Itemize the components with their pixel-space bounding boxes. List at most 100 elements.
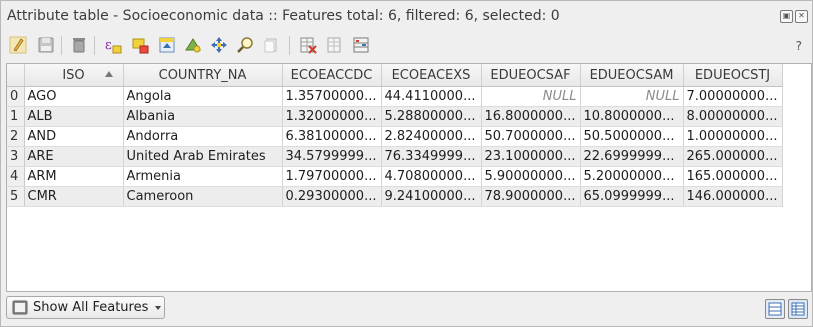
table-cell[interactable]: 16.8000000... bbox=[481, 106, 581, 127]
table-cell[interactable]: 76.3349999... bbox=[381, 146, 482, 167]
table-cell[interactable]: Cameroon bbox=[123, 186, 283, 207]
column-header-label: EDUEOCSTJ bbox=[694, 67, 771, 83]
column-header-ecoeaccdc[interactable]: ECOEACCDC bbox=[282, 64, 382, 87]
float-icon[interactable]: ▣ bbox=[780, 10, 793, 23]
select-by-expression-icon[interactable]: ε bbox=[103, 35, 123, 55]
column-header-ecoeacexs[interactable]: ECOEACEXS bbox=[381, 64, 482, 87]
toolbar-separator bbox=[61, 36, 62, 55]
table-cell[interactable]: AND bbox=[24, 126, 124, 147]
table-row[interactable]: 1 ALB Albania 1.32000000... 5.28800000... 16.… bbox=[7, 106, 783, 127]
table-cell[interactable]: 7.00000000... bbox=[683, 86, 783, 107]
table-cell[interactable]: 6.38100000... bbox=[282, 126, 382, 147]
attribute-table: ISO COUNTRY_NA ECOEACCDC ECOEACEXS EDUEO… bbox=[6, 63, 812, 292]
window-title: Attribute table - Socioeconomic data :: … bbox=[7, 8, 560, 24]
chevron-down-icon bbox=[155, 306, 161, 310]
table-cell[interactable]: 1.00000000... bbox=[683, 126, 783, 147]
row-header[interactable]: 3 bbox=[7, 146, 25, 167]
pan-to-selected-icon[interactable] bbox=[209, 35, 229, 55]
toolbar-separator bbox=[94, 36, 95, 55]
show-all-features-dropdown[interactable]: Show All Features bbox=[6, 296, 165, 319]
deselect-all-icon[interactable] bbox=[130, 35, 150, 55]
table-row[interactable]: 4 ARM Armenia 1.79700000... 4.70800000... 5.9… bbox=[7, 166, 783, 187]
title-bar: Attribute table - Socioeconomic data :: … bbox=[1, 1, 812, 31]
filter-icon bbox=[12, 300, 28, 315]
open-field-calculator-icon[interactable] bbox=[351, 35, 371, 55]
invert-selection-icon[interactable] bbox=[183, 35, 203, 55]
table-cell[interactable]: 265.000000... bbox=[683, 146, 783, 167]
table-cell[interactable]: 23.1000000... bbox=[481, 146, 581, 167]
table-cell[interactable]: 34.5799999... bbox=[282, 146, 382, 167]
table-cell[interactable]: 0.29300000... bbox=[282, 186, 382, 207]
table-cell[interactable]: 5.20000000... bbox=[580, 166, 684, 187]
table-cell[interactable]: 22.6999999... bbox=[580, 146, 684, 167]
table-cell[interactable]: 10.8000000... bbox=[580, 106, 684, 127]
column-header-edueocsaf[interactable]: EDUEOCSAF bbox=[481, 64, 581, 87]
column-header-edueocsam[interactable]: EDUEOCSAM bbox=[580, 64, 684, 87]
table-row[interactable]: 5 CMR Cameroon 0.29300000... 9.24100000... 78… bbox=[7, 186, 783, 207]
table-cell[interactable]: 146.000000... bbox=[683, 186, 783, 207]
data-grid: ISO COUNTRY_NA ECOEACCDC ECOEACEXS EDUEO… bbox=[7, 64, 783, 207]
table-cell[interactable]: 4.70800000... bbox=[381, 166, 482, 187]
table-cell[interactable]: CMR bbox=[24, 186, 124, 207]
column-header-label: COUNTRY_NA bbox=[158, 67, 247, 83]
table-row[interactable]: 0 AGO Angola 1.35700000... 44.4110000... NULL… bbox=[7, 86, 783, 107]
column-header-label: ECOEACEXS bbox=[391, 67, 471, 83]
delete-selected-icon[interactable] bbox=[69, 35, 89, 55]
table-cell[interactable]: ARM bbox=[24, 166, 124, 187]
table-cell[interactable]: 1.32000000... bbox=[282, 106, 382, 127]
table-cell[interactable]: ARE bbox=[24, 146, 124, 167]
toolbar-separator bbox=[289, 36, 290, 55]
new-field-icon[interactable] bbox=[325, 35, 345, 55]
column-header-iso[interactable]: ISO bbox=[24, 64, 124, 87]
table-cell[interactable]: 50.5000000... bbox=[580, 126, 684, 147]
table-row[interactable]: 2 AND Andorra 6.38100000... 2.82400000... 50.… bbox=[7, 126, 783, 147]
delete-field-icon[interactable] bbox=[298, 35, 318, 55]
table-cell[interactable]: 50.7000000... bbox=[481, 126, 581, 147]
toggle-editing-icon[interactable] bbox=[8, 35, 28, 55]
row-header[interactable]: 1 bbox=[7, 106, 25, 127]
row-header[interactable]: 5 bbox=[7, 186, 25, 207]
save-edits-icon[interactable] bbox=[36, 35, 56, 55]
row-header[interactable]: 4 bbox=[7, 166, 25, 187]
table-cell[interactable]: Andorra bbox=[123, 126, 283, 147]
table-cell[interactable]: 78.9000000... bbox=[481, 186, 581, 207]
attribute-table-window: Attribute table - Socioeconomic data :: … bbox=[0, 0, 813, 327]
table-cell[interactable]: ALB bbox=[24, 106, 124, 127]
table-cell[interactable]: 1.35700000... bbox=[282, 86, 382, 107]
move-selection-to-top-icon[interactable] bbox=[157, 35, 177, 55]
close-icon[interactable]: ✕ bbox=[795, 10, 808, 23]
table-view-icon[interactable] bbox=[765, 299, 785, 319]
table-body: 0 AGO Angola 1.35700000... 44.4110000... NULL… bbox=[7, 86, 783, 207]
column-header-label: ECOEACCDC bbox=[290, 67, 373, 83]
toolbar: ε ? bbox=[1, 33, 812, 59]
table-cell[interactable]: 2.82400000... bbox=[381, 126, 482, 147]
table-cell[interactable]: 8.00000000... bbox=[683, 106, 783, 127]
table-cell[interactable]: NULL bbox=[580, 86, 684, 107]
svg-text:ε: ε bbox=[105, 38, 112, 53]
zoom-to-selected-icon[interactable] bbox=[235, 35, 255, 55]
table-cell[interactable]: 1.79700000... bbox=[282, 166, 382, 187]
table-cell[interactable]: AGO bbox=[24, 86, 124, 107]
column-header-country-na[interactable]: COUNTRY_NA bbox=[123, 64, 283, 87]
column-header-label: EDUEOCSAM bbox=[589, 67, 674, 83]
table-cell[interactable]: United Arab Emirates bbox=[123, 146, 283, 167]
table-cell[interactable]: Armenia bbox=[123, 166, 283, 187]
corner-header[interactable] bbox=[7, 64, 25, 87]
copy-rows-icon[interactable] bbox=[261, 35, 281, 55]
table-cell[interactable]: Angola bbox=[123, 86, 283, 107]
table-cell[interactable]: NULL bbox=[481, 86, 581, 107]
table-cell[interactable]: 65.0999999... bbox=[580, 186, 684, 207]
table-cell[interactable]: 5.28800000... bbox=[381, 106, 482, 127]
row-header[interactable]: 2 bbox=[7, 126, 25, 147]
help-button[interactable]: ? bbox=[796, 39, 802, 53]
table-cell[interactable]: 5.90000000... bbox=[481, 166, 581, 187]
footer-bar: Show All Features bbox=[1, 295, 812, 325]
table-cell[interactable]: Albania bbox=[123, 106, 283, 127]
table-cell[interactable]: 165.000000... bbox=[683, 166, 783, 187]
row-header[interactable]: 0 bbox=[7, 86, 25, 107]
form-view-icon[interactable] bbox=[788, 299, 808, 319]
column-header-edueocstj[interactable]: EDUEOCSTJ bbox=[683, 64, 783, 87]
table-cell[interactable]: 44.4110000... bbox=[381, 86, 482, 107]
table-cell[interactable]: 9.24100000... bbox=[381, 186, 482, 207]
table-row[interactable]: 3 ARE United Arab Emirates 34.5799999... 76.… bbox=[7, 146, 783, 167]
